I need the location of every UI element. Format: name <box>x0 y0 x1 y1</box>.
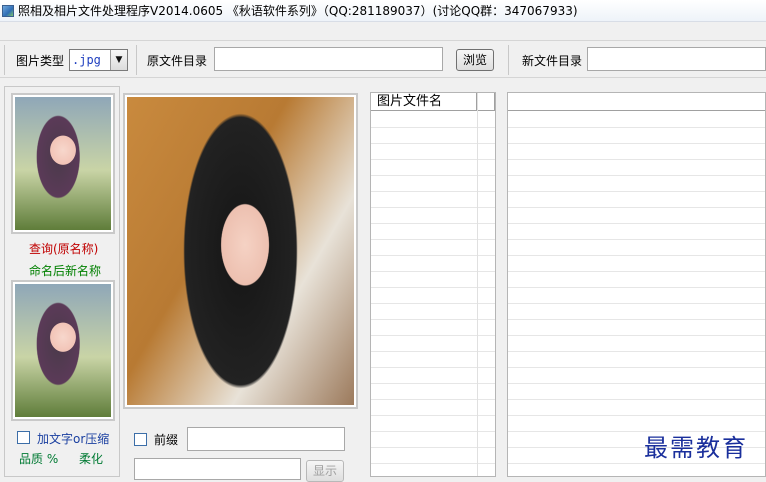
preview-image-frame[interactable] <box>123 93 358 409</box>
prefix-label: 前缀 <box>154 433 179 447</box>
image-type-value: .jpg <box>72 53 101 67</box>
app-icon <box>2 4 14 17</box>
renamed-new-name: 命名后新名称 <box>29 264 102 278</box>
toolbar: 图片类型 .jpg ▼ 原文件目录 浏览 新文件目录 <box>0 40 766 78</box>
window-title: 照相及相片文件处理程序V2014.0605 《秋语软件系列》（QQ:281189… <box>18 4 578 18</box>
renamed-thumbnail[interactable] <box>11 280 115 421</box>
preview-photo <box>127 97 354 405</box>
watermark-text: 最需教育 <box>644 434 748 462</box>
column-header-extra[interactable] <box>477 93 495 111</box>
image-type-select[interactable]: .jpg ▼ <box>69 49 128 71</box>
source-dir-input[interactable] <box>214 47 443 71</box>
separator <box>508 45 509 75</box>
left-panel: 查询(原名称) 命名后新名称 加文字or压缩 品质 % 柔化 <box>4 86 120 477</box>
add-text-label: 加文字or压缩 <box>37 432 110 446</box>
prefix-input[interactable] <box>187 427 345 451</box>
result-list-rows <box>508 112 765 476</box>
quality-label: 品质 % <box>19 452 59 466</box>
result-file-list[interactable] <box>507 92 766 477</box>
image-file-list[interactable]: 图片文件名 <box>370 92 496 477</box>
prefix-checkbox[interactable] <box>134 433 147 446</box>
add-text-checkbox[interactable] <box>17 431 30 444</box>
original-thumbnail[interactable] <box>11 93 115 234</box>
new-dir-label: 新文件目录 <box>522 54 583 68</box>
result-list-header <box>508 93 765 111</box>
source-dir-label: 原文件目录 <box>147 54 208 68</box>
soften-label: 柔化 <box>79 452 104 466</box>
renamed-photo <box>15 284 111 417</box>
title-bar: 照相及相片文件处理程序V2014.0605 《秋语软件系列》（QQ:281189… <box>0 0 766 22</box>
original-photo <box>15 97 111 230</box>
separator <box>136 45 137 75</box>
new-dir-input[interactable] <box>587 47 766 71</box>
query-original-name[interactable]: 查询(原名称) <box>29 240 98 257</box>
chevron-down-icon[interactable]: ▼ <box>110 50 127 70</box>
display-button[interactable]: 显示 <box>306 460 344 482</box>
column-header-filename[interactable]: 图片文件名 <box>371 93 477 111</box>
column-divider <box>477 93 478 476</box>
browse-button[interactable]: 浏览 <box>456 49 494 71</box>
image-type-label: 图片类型 <box>16 54 65 68</box>
separator <box>4 45 5 75</box>
